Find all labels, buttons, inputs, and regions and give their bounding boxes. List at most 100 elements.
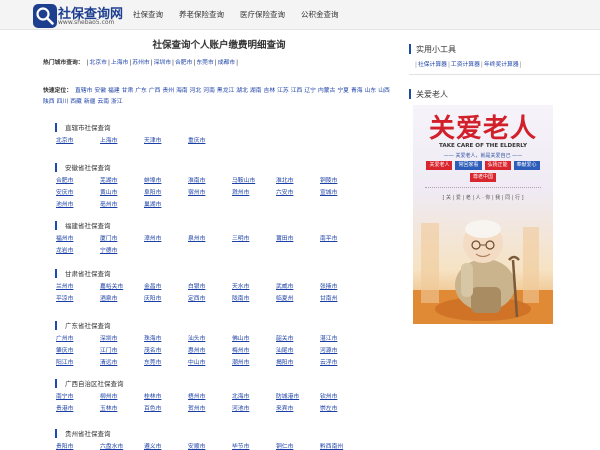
city-link[interactable]: 漳州市 xyxy=(144,235,188,244)
quick-locate-link[interactable]: 吉林 xyxy=(264,88,276,94)
city-link[interactable]: 阜阳市 xyxy=(144,189,188,198)
city-link[interactable]: 兰州市 xyxy=(56,283,100,292)
hot-city-link[interactable]: 合肥市 xyxy=(174,60,193,66)
city-link[interactable]: 定西市 xyxy=(188,295,232,304)
city-link[interactable]: 甘南州 xyxy=(320,295,364,304)
quick-locate-link[interactable]: 黑龙江 xyxy=(217,88,234,94)
city-link[interactable]: 武威市 xyxy=(276,283,320,292)
tool-bonus-calculator[interactable]: 年终奖计算器 xyxy=(484,62,519,68)
city-link[interactable]: 南宁市 xyxy=(56,393,100,402)
city-link[interactable]: 珠海市 xyxy=(144,335,188,344)
city-link[interactable]: 宿州市 xyxy=(188,189,232,198)
city-link[interactable]: 龙岩市 xyxy=(56,247,100,256)
quick-locate-link[interactable]: 河南 xyxy=(203,88,215,94)
city-link[interactable]: 莆田市 xyxy=(276,235,320,244)
city-link[interactable]: 金昌市 xyxy=(144,283,188,292)
city-link[interactable]: 亳州市 xyxy=(100,201,144,210)
city-link[interactable]: 临夏州 xyxy=(276,295,320,304)
nav-shebao[interactable]: 社保查询 xyxy=(125,0,171,30)
quick-locate-link[interactable]: 江苏 xyxy=(277,88,289,94)
city-link[interactable]: 贵港市 xyxy=(56,405,100,414)
quick-locate-link[interactable]: 青海 xyxy=(351,88,363,94)
hot-city-link[interactable]: 东莞市 xyxy=(195,60,214,66)
city-link[interactable]: 滁州市 xyxy=(232,189,276,198)
city-link[interactable]: 宁德市 xyxy=(100,247,144,256)
city-link[interactable]: 佛山市 xyxy=(232,335,276,344)
quick-locate-link[interactable]: 贵州 xyxy=(162,88,174,94)
quick-locate-link[interactable]: 陕西 xyxy=(43,99,55,105)
city-link[interactable]: 贵阳市 xyxy=(56,443,100,450)
tool-salary-calculator[interactable]: 工资计算器 xyxy=(451,62,480,68)
nav-pension[interactable]: 养老保险查询 xyxy=(171,0,232,30)
quick-locate-link[interactable]: 云南 xyxy=(97,99,109,105)
city-link[interactable]: 梅州市 xyxy=(232,347,276,356)
city-link[interactable]: 平凉市 xyxy=(56,295,100,304)
city-link[interactable]: 淮北市 xyxy=(276,177,320,186)
quick-locate-link[interactable]: 山东 xyxy=(365,88,377,94)
city-link[interactable]: 肇庆市 xyxy=(56,347,100,356)
city-link[interactable]: 嘉峪关市 xyxy=(100,283,144,292)
city-link[interactable]: 马鞍山市 xyxy=(232,177,276,186)
city-link[interactable]: 福州市 xyxy=(56,235,100,244)
city-link[interactable]: 广州市 xyxy=(56,335,100,344)
city-link[interactable]: 阳江市 xyxy=(56,359,100,368)
city-link[interactable]: 汕尾市 xyxy=(276,347,320,356)
city-link[interactable]: 河池市 xyxy=(232,405,276,414)
quick-locate-link[interactable]: 湖北 xyxy=(236,88,248,94)
city-link[interactable]: 酒泉市 xyxy=(100,295,144,304)
hot-city-link[interactable]: 上海市 xyxy=(110,60,129,66)
quick-locate-link[interactable]: 西藏 xyxy=(70,99,82,105)
hot-city-link[interactable]: 成都市 xyxy=(217,60,236,66)
hot-city-link[interactable]: 深圳市 xyxy=(153,60,172,66)
quick-locate-link[interactable]: 湖南 xyxy=(250,88,262,94)
site-logo[interactable] xyxy=(33,4,57,28)
city-link[interactable]: 重庆市 xyxy=(188,137,232,146)
hot-city-link[interactable]: 北京市 xyxy=(89,60,108,66)
city-link[interactable]: 茂名市 xyxy=(144,347,188,356)
city-link[interactable]: 梧州市 xyxy=(188,393,232,402)
city-link[interactable]: 巢湖市 xyxy=(144,201,188,210)
quick-locate-link[interactable]: 内蒙古 xyxy=(318,88,335,94)
city-link[interactable]: 泉州市 xyxy=(188,235,232,244)
city-link[interactable]: 天水市 xyxy=(232,283,276,292)
city-link[interactable]: 崇左市 xyxy=(320,405,364,414)
quick-locate-link[interactable]: 宁夏 xyxy=(337,88,349,94)
city-link[interactable]: 江门市 xyxy=(100,347,144,356)
city-link[interactable]: 玉林市 xyxy=(100,405,144,414)
city-link[interactable]: 中山市 xyxy=(188,359,232,368)
quick-locate-link[interactable]: 山西 xyxy=(378,88,390,94)
quick-locate-link[interactable]: 福建 xyxy=(108,88,120,94)
city-link[interactable]: 芜湖市 xyxy=(100,177,144,186)
quick-locate-link[interactable]: 辽宁 xyxy=(304,88,316,94)
city-link[interactable]: 三明市 xyxy=(232,235,276,244)
city-link[interactable]: 张掖市 xyxy=(320,283,364,292)
city-link[interactable]: 防城港市 xyxy=(276,393,320,402)
city-link[interactable]: 铜仁市 xyxy=(276,443,320,450)
city-link[interactable]: 钦州市 xyxy=(320,393,364,402)
city-link[interactable]: 蚌埠市 xyxy=(144,177,188,186)
quick-locate-link[interactable]: 江西 xyxy=(291,88,303,94)
city-link[interactable]: 黔西南州 xyxy=(320,443,364,450)
city-link[interactable]: 百色市 xyxy=(144,405,188,414)
city-link[interactable]: 深圳市 xyxy=(100,335,144,344)
city-link[interactable]: 宣城市 xyxy=(320,189,364,198)
quick-locate-link[interactable]: 直辖市 xyxy=(75,88,92,94)
nav-housing-fund[interactable]: 公积金查询 xyxy=(293,0,347,30)
quick-locate-link[interactable]: 甘肃 xyxy=(122,88,134,94)
city-link[interactable]: 遵义市 xyxy=(144,443,188,450)
city-link[interactable]: 上海市 xyxy=(100,137,144,146)
city-link[interactable]: 池州市 xyxy=(56,201,100,210)
city-link[interactable]: 陇南市 xyxy=(232,295,276,304)
city-link[interactable]: 柳州市 xyxy=(100,393,144,402)
city-link[interactable]: 来宾市 xyxy=(276,405,320,414)
elder-care-poster[interactable]: 关爱老人 TAKE CARE OF THE ELDERLY —— 关爱老人，就是… xyxy=(413,105,553,324)
city-link[interactable]: 白银市 xyxy=(188,283,232,292)
tool-shebao-calculator[interactable]: 社保计算器 xyxy=(418,62,447,68)
city-link[interactable]: 汕头市 xyxy=(188,335,232,344)
city-link[interactable]: 桂林市 xyxy=(144,393,188,402)
city-link[interactable]: 潮州市 xyxy=(232,359,276,368)
city-link[interactable]: 铜陵市 xyxy=(320,177,364,186)
quick-locate-link[interactable]: 四川 xyxy=(57,99,69,105)
city-link[interactable]: 淮南市 xyxy=(188,177,232,186)
nav-medical[interactable]: 医疗保险查询 xyxy=(232,0,293,30)
